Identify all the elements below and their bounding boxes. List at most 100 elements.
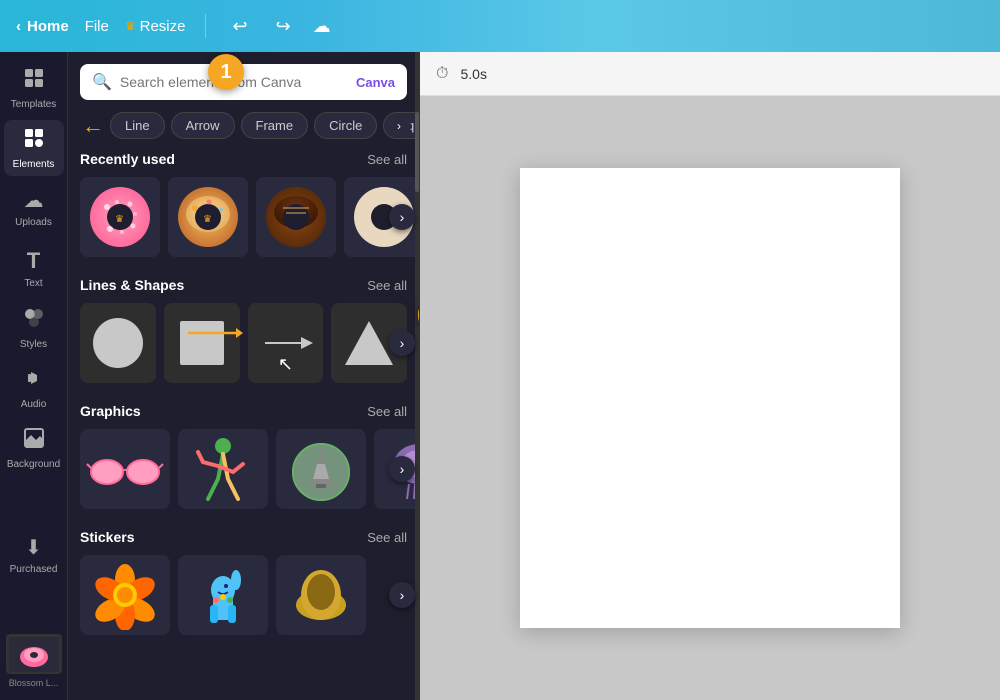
home-label: Home bbox=[27, 18, 69, 35]
topbar: ‹ Home File ♛ Resize ↩ ↪ ☁ bbox=[0, 0, 1000, 52]
lines-shapes-section: Lines & Shapes See all bbox=[80, 277, 407, 383]
canva-logo: Canva bbox=[356, 75, 395, 90]
shapes-grid: ↖ › bbox=[80, 303, 407, 383]
recently-used-see-all[interactable]: See all bbox=[367, 152, 407, 167]
purchased-label: Purchased bbox=[10, 564, 58, 575]
sidebar-item-purchased[interactable]: ⬇ Purchased bbox=[4, 527, 64, 583]
lines-shapes-header: Lines & Shapes See all bbox=[80, 277, 407, 293]
stickers-section: Stickers See all bbox=[80, 529, 407, 635]
audio-icon bbox=[23, 367, 45, 395]
recently-used-title: Recently used bbox=[80, 151, 175, 167]
chevron-left-icon: ‹ bbox=[16, 18, 21, 35]
undo-button[interactable]: ↩ bbox=[226, 12, 253, 41]
thumbnail-label: Blossom L... bbox=[9, 678, 59, 688]
sticker-item-3[interactable] bbox=[276, 555, 366, 635]
graphics-see-all[interactable]: See all bbox=[367, 404, 407, 419]
graphics-header: Graphics See all bbox=[80, 403, 407, 419]
recently-used-scroll-button[interactable]: › bbox=[389, 204, 415, 230]
chips-scroll-button[interactable]: › bbox=[387, 114, 411, 138]
text-label: Text bbox=[24, 278, 42, 289]
crown-icon: ♛ bbox=[125, 19, 136, 33]
stickers-title: Stickers bbox=[80, 529, 134, 545]
search-icon: 🔍 bbox=[92, 72, 112, 92]
graphics-scroll-button[interactable]: › bbox=[389, 456, 415, 482]
shape-arrow[interactable]: ↖ bbox=[248, 303, 324, 383]
topbar-divider bbox=[205, 14, 206, 38]
graphic-item-2[interactable] bbox=[178, 429, 268, 509]
annotation-badge-1: 1 bbox=[208, 54, 244, 90]
annotation-badge-2: 2 bbox=[418, 293, 419, 337]
sticker-item-1[interactable] bbox=[80, 555, 170, 635]
purchased-icon: ⬇ bbox=[25, 535, 42, 560]
chip-frame[interactable]: Frame bbox=[241, 112, 309, 139]
graphics-title: Graphics bbox=[80, 403, 141, 419]
sticker-item-2[interactable] bbox=[178, 555, 268, 635]
graphic-item-3[interactable] bbox=[276, 429, 366, 509]
resize-label: Resize bbox=[140, 18, 186, 35]
redo-button[interactable]: ↪ bbox=[270, 12, 297, 41]
home-button[interactable]: ‹ Home bbox=[16, 18, 69, 35]
audio-label: Audio bbox=[21, 399, 47, 410]
canvas-white-page[interactable] bbox=[520, 168, 900, 628]
svg-text:♛: ♛ bbox=[115, 214, 124, 225]
chip-arrow[interactable]: Arrow bbox=[171, 112, 235, 139]
canvas-area: ⏱ 5.0s bbox=[420, 52, 1000, 700]
timer-icon: ⏱ bbox=[436, 65, 448, 83]
templates-label: Templates bbox=[11, 99, 57, 110]
stickers-header: Stickers See all bbox=[80, 529, 407, 545]
stickers-scroll-button[interactable]: › bbox=[389, 582, 415, 608]
lines-shapes-see-all[interactable]: See all bbox=[367, 278, 407, 293]
svg-text:♛: ♛ bbox=[203, 214, 212, 225]
sidebar-item-styles[interactable]: Styles bbox=[4, 300, 64, 356]
recently-used-section: Recently used See all bbox=[80, 151, 407, 257]
main-layout: Templates Elements ☁ Uploads T Text bbox=[0, 52, 1000, 700]
recently-used-header: Recently used See all bbox=[80, 151, 407, 167]
icon-sidebar: Templates Elements ☁ Uploads T Text bbox=[0, 52, 68, 700]
background-label: Background bbox=[7, 459, 60, 470]
panel-content: Recently used See all bbox=[68, 147, 419, 700]
graphics-section: Graphics See all bbox=[80, 403, 407, 509]
stickers-grid: › bbox=[80, 555, 407, 635]
canvas-main[interactable] bbox=[420, 96, 1000, 700]
stickers-see-all[interactable]: See all bbox=[367, 530, 407, 545]
text-icon: T bbox=[27, 248, 40, 274]
chip-circle[interactable]: Circle bbox=[314, 112, 377, 139]
shape-square[interactable] bbox=[164, 303, 240, 383]
donut-item-2[interactable]: ♛ bbox=[168, 177, 248, 257]
canvas-toolbar: ⏱ 5.0s bbox=[420, 52, 1000, 96]
file-button[interactable]: File bbox=[85, 18, 109, 35]
lines-shapes-title: Lines & Shapes bbox=[80, 277, 184, 293]
donut-item-1[interactable]: ♛ bbox=[80, 177, 160, 257]
styles-label: Styles bbox=[20, 339, 47, 350]
shapes-scroll-button[interactable]: › bbox=[389, 330, 415, 356]
sidebar-item-background[interactable]: Background bbox=[4, 420, 64, 476]
timer-text: 5.0s bbox=[460, 66, 486, 82]
sidebar-item-uploads[interactable]: ☁ Uploads bbox=[4, 180, 64, 236]
donut-item-3[interactable] bbox=[256, 177, 336, 257]
donut-grid: ♛ bbox=[80, 177, 407, 257]
arrow-left-indicator: ← bbox=[82, 113, 104, 139]
elements-icon bbox=[23, 127, 45, 155]
sidebar-item-templates[interactable]: Templates bbox=[4, 60, 64, 116]
graphics-grid: › bbox=[80, 429, 407, 509]
search-area: 🔍 Canva 1 bbox=[68, 52, 419, 108]
elements-panel: 🔍 Canva 1 ← Line Arrow Frame Circle Squa… bbox=[68, 52, 420, 700]
cloud-icon: ☁ bbox=[313, 16, 331, 37]
filter-chips: ← Line Arrow Frame Circle Square › bbox=[68, 108, 419, 147]
thumbnail-preview[interactable] bbox=[6, 634, 62, 674]
background-icon bbox=[23, 427, 45, 455]
shape-circle[interactable] bbox=[80, 303, 156, 383]
panel-scrollbar-thumb bbox=[415, 112, 419, 192]
sidebar-item-elements[interactable]: Elements bbox=[4, 120, 64, 176]
elements-label: Elements bbox=[13, 159, 55, 170]
sidebar-item-text[interactable]: T Text bbox=[4, 240, 64, 296]
uploads-icon: ☁ bbox=[24, 188, 44, 213]
templates-icon bbox=[23, 67, 45, 95]
styles-icon bbox=[23, 307, 45, 335]
sidebar-item-audio[interactable]: Audio bbox=[4, 360, 64, 416]
resize-button[interactable]: ♛ Resize bbox=[125, 18, 186, 35]
sidebar-bottom: Blossom L... bbox=[6, 634, 62, 700]
uploads-label: Uploads bbox=[15, 217, 52, 228]
graphic-item-1[interactable] bbox=[80, 429, 170, 509]
chip-line[interactable]: Line bbox=[110, 112, 165, 139]
